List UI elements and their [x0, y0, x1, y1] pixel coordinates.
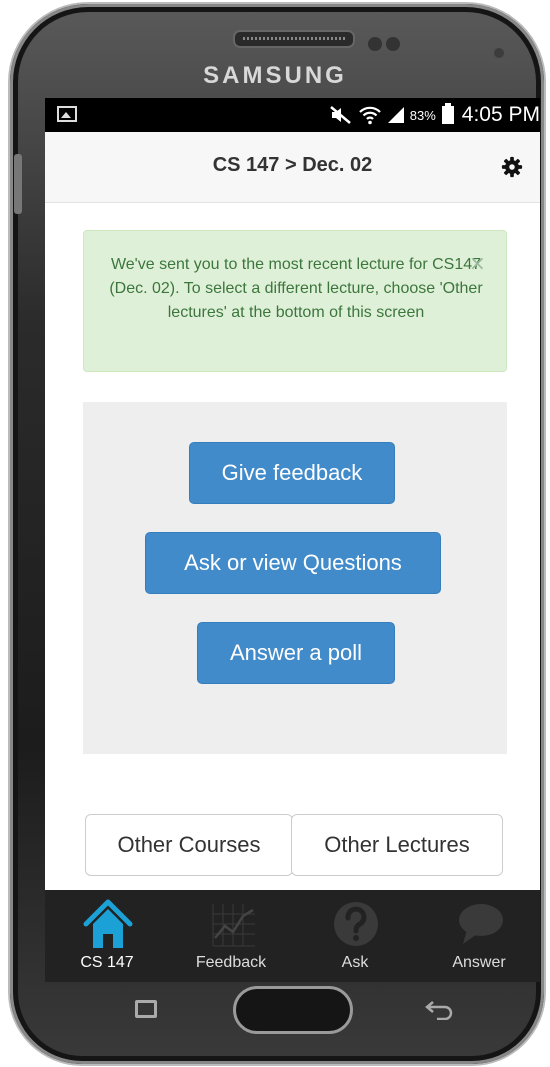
- tab-answer[interactable]: Answer: [417, 890, 540, 982]
- clock: 4:05 PM: [461, 103, 540, 126]
- battery-icon: [441, 103, 454, 124]
- gear-icon[interactable]: [501, 156, 523, 178]
- image-notification-icon: [57, 106, 77, 122]
- give-feedback-button[interactable]: Give feedback: [189, 442, 395, 504]
- signal-icon: [387, 107, 404, 123]
- tab-label: Ask: [341, 954, 369, 971]
- other-lectures-button[interactable]: Other Lectures: [291, 814, 503, 876]
- proximity-sensor: [368, 37, 382, 51]
- tab-cs147[interactable]: CS 147: [45, 890, 169, 982]
- home-button[interactable]: [233, 986, 353, 1034]
- wifi-icon: [358, 106, 381, 125]
- mute-icon: [329, 106, 351, 124]
- info-alert: We've sent you to the most recent lectur…: [83, 230, 507, 372]
- tab-ask[interactable]: Ask: [293, 890, 417, 982]
- alert-message: We've sent you to the most recent lectur…: [109, 256, 483, 321]
- page-title: CS 147 > Dec. 02: [212, 154, 373, 176]
- tab-label: Feedback: [195, 954, 267, 971]
- volume-button: [14, 154, 22, 214]
- app-screen: 83% 4:05 PM CS 147 > Dec. 02 We've sent …: [45, 98, 540, 982]
- system-nav-bar: [45, 982, 540, 1044]
- app-header: CS 147 > Dec. 02: [45, 132, 540, 203]
- close-icon[interactable]: ×: [469, 253, 486, 273]
- actions-panel: Give feedback Ask or view Questions Answ…: [83, 402, 507, 754]
- light-sensor: [386, 37, 400, 51]
- tab-label: Answer: [452, 954, 506, 971]
- tab-label: CS 147: [80, 954, 134, 971]
- home-icon: [83, 899, 133, 948]
- earpiece-speaker: [233, 30, 355, 48]
- back-icon[interactable]: [425, 998, 455, 1020]
- device-brand: SAMSUNG: [203, 62, 347, 89]
- question-icon: [334, 902, 378, 946]
- tab-bar: CS 147 Feedback Ask Answer: [45, 890, 540, 982]
- ask-questions-button[interactable]: Ask or view Questions: [145, 532, 441, 594]
- battery-percent: 83%: [409, 107, 436, 123]
- recent-apps-icon[interactable]: [135, 1000, 157, 1018]
- status-icons: 83% 4:05 PM: [329, 100, 540, 130]
- front-camera: [494, 48, 504, 58]
- answer-poll-button[interactable]: Answer a poll: [197, 622, 395, 684]
- other-courses-button[interactable]: Other Courses: [85, 814, 293, 876]
- tab-feedback[interactable]: Feedback: [169, 890, 293, 982]
- status-bar: 83% 4:05 PM: [45, 98, 540, 132]
- speech-bubble-icon: [459, 904, 503, 944]
- chart-icon: [212, 904, 255, 947]
